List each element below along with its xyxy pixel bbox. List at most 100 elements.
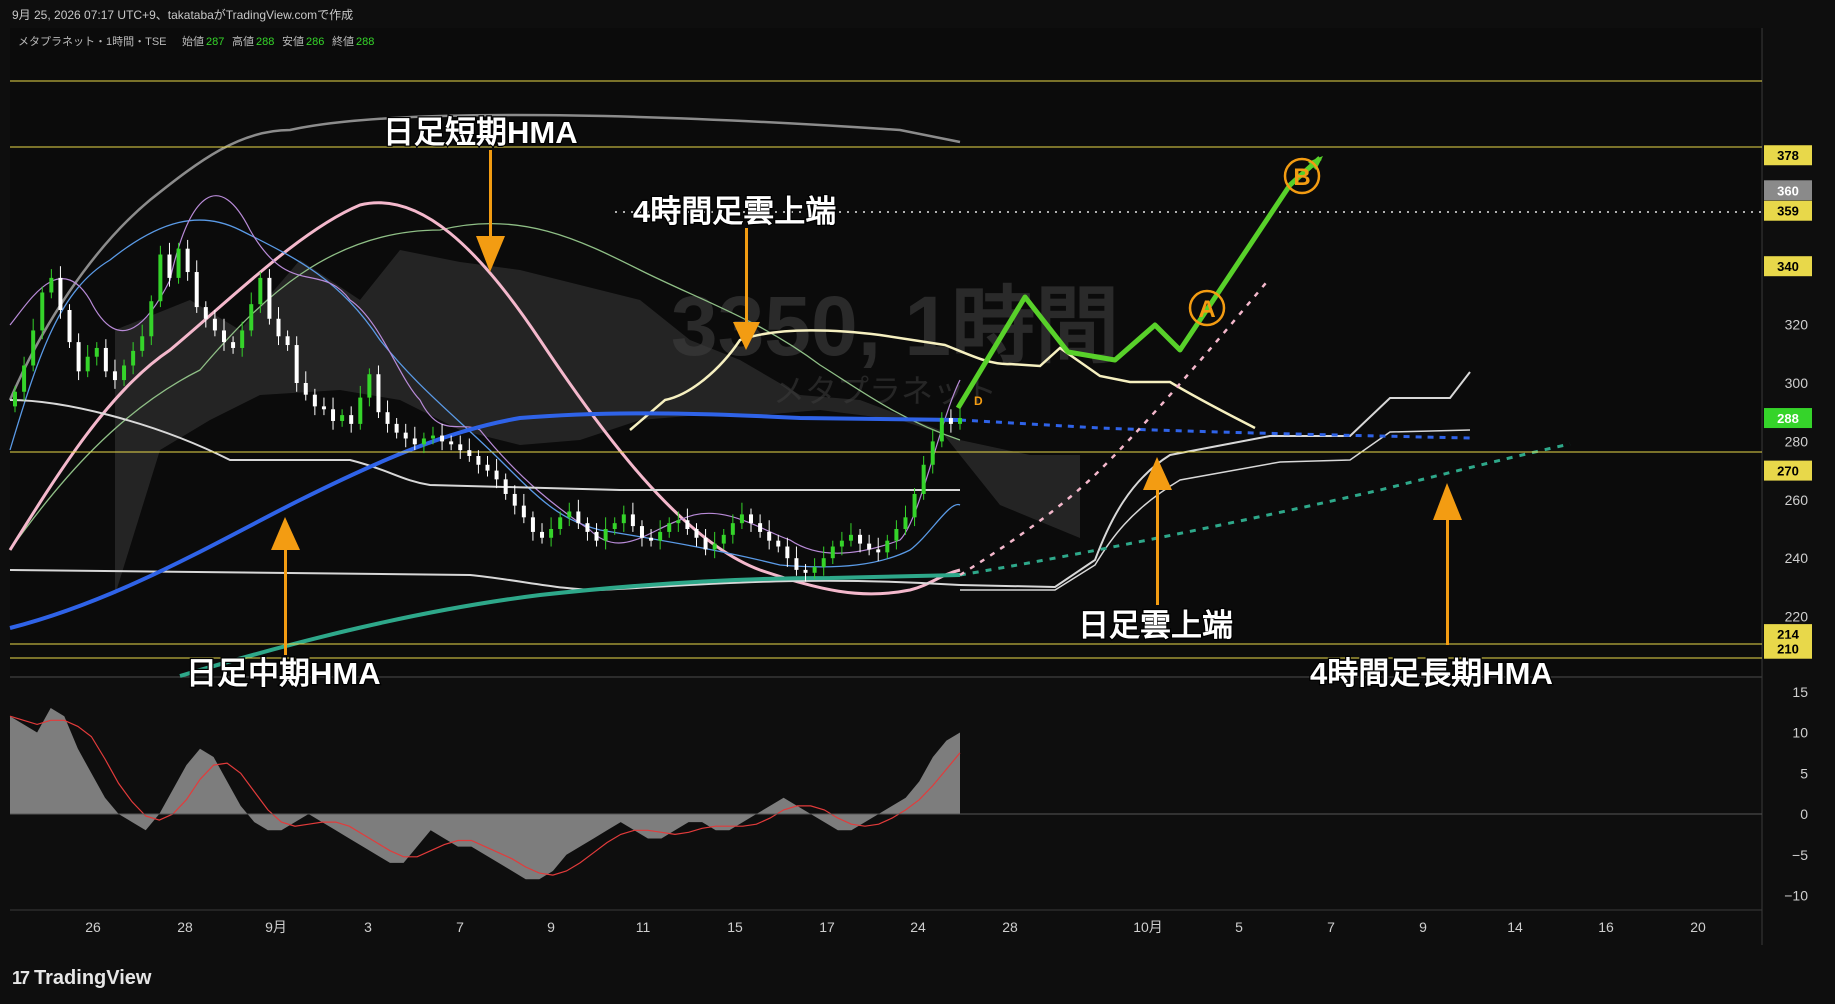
- candle-body: [76, 342, 81, 372]
- arrow-mid-hma: [284, 545, 287, 655]
- price-tick: 320: [1785, 317, 1809, 333]
- legend-high-label: 高値: [232, 34, 254, 48]
- candle-body: [467, 450, 472, 456]
- candle-body: [285, 336, 290, 346]
- oscillator-tick: 15: [1792, 684, 1808, 700]
- candle-body: [394, 423, 399, 433]
- marker-d: D: [974, 394, 983, 408]
- candle-body: [294, 345, 299, 383]
- candle-body: [676, 520, 681, 524]
- candle-body: [176, 248, 181, 278]
- label-daily-short-hma: 日足短期HMA: [383, 115, 578, 150]
- legend-open-label: 始値: [182, 34, 204, 48]
- level-label: 340: [1777, 259, 1799, 274]
- time-tick: 26: [85, 919, 101, 935]
- tradingview-logo-text: TradingView: [34, 967, 152, 989]
- time-tick: 5: [1235, 919, 1243, 935]
- candle-body: [103, 347, 108, 372]
- candle-body: [85, 356, 90, 372]
- candle-body: [321, 406, 326, 410]
- arrow-long-hma: [1446, 515, 1449, 645]
- level-label: 288: [1777, 411, 1799, 426]
- price-tick: 280: [1785, 433, 1809, 449]
- time-tick: 28: [177, 919, 193, 935]
- candle-body: [785, 546, 790, 559]
- candle-body: [376, 374, 381, 413]
- tradingview-logo-icon: 17: [12, 968, 30, 988]
- time-tick: 3: [364, 919, 372, 935]
- level-label: 378: [1777, 148, 1799, 163]
- candle-body: [312, 394, 317, 407]
- candle-body: [203, 307, 208, 319]
- candle-body: [485, 464, 490, 471]
- level-label: 210: [1777, 642, 1799, 657]
- candle-body: [140, 336, 145, 351]
- price-tick: 220: [1785, 609, 1809, 625]
- candle-body: [658, 531, 663, 541]
- candle-body: [630, 514, 635, 527]
- oscillator-tick: 0: [1800, 806, 1808, 822]
- price-tick: 260: [1785, 492, 1809, 508]
- time-tick: 9月: [265, 919, 287, 935]
- candle-body: [858, 534, 863, 544]
- candle-body: [703, 537, 708, 550]
- candle-body: [885, 540, 890, 553]
- candle-body: [958, 418, 962, 424]
- candle-body: [240, 330, 245, 348]
- oscillator-tick: 5: [1800, 765, 1808, 781]
- candle-body: [385, 412, 390, 424]
- level-labels: 378360359340288270214210: [1764, 145, 1812, 659]
- candle-body: [158, 254, 163, 302]
- candle-body: [449, 441, 454, 445]
- candle-body: [403, 432, 408, 439]
- candle-body: [231, 342, 236, 348]
- candle-body: [603, 529, 608, 541]
- candle-body: [730, 523, 735, 535]
- candle-body: [122, 365, 127, 381]
- time-tick: 20: [1690, 919, 1706, 935]
- price-tick: 240: [1785, 550, 1809, 566]
- candle-body: [585, 523, 590, 532]
- candle-body: [839, 540, 844, 547]
- candle-body: [712, 543, 717, 550]
- price-tick: 300: [1785, 375, 1809, 391]
- candle-body: [67, 310, 72, 343]
- arrow-daily-cloud: [1156, 485, 1159, 605]
- candle-body: [149, 301, 154, 337]
- candle-body: [267, 277, 272, 319]
- candle-body: [576, 511, 581, 524]
- time-tick: 9: [1419, 919, 1427, 935]
- candle-body: [167, 254, 172, 278]
- candle-body: [421, 438, 426, 445]
- candle-body: [112, 371, 117, 381]
- candle-body: [258, 277, 263, 305]
- candle-body: [331, 409, 336, 421]
- candle-body: [358, 397, 363, 424]
- candle-body: [185, 248, 190, 273]
- candle-body: [749, 514, 754, 524]
- candle-body: [558, 517, 563, 529]
- candle-body: [903, 517, 908, 529]
- candle-body: [458, 444, 463, 451]
- candle-body: [848, 534, 853, 541]
- candle-body: [803, 569, 808, 573]
- candle-body: [412, 438, 417, 445]
- candle-body: [758, 523, 763, 532]
- arrow-h4-cloud: [745, 228, 748, 328]
- candle-body: [540, 531, 545, 538]
- candle-body: [685, 520, 690, 529]
- level-label: 360: [1777, 183, 1799, 198]
- legend-low-label: 安値: [282, 34, 304, 48]
- wave-b-label: B: [1293, 164, 1310, 191]
- candle-body: [367, 374, 372, 398]
- candle-body: [776, 540, 781, 547]
- tradingview-logo[interactable]: 17 TradingView: [12, 967, 151, 990]
- candle-body: [22, 365, 27, 392]
- candle-body: [303, 383, 308, 395]
- label-daily-mid-hma: 日足中期HMA: [186, 656, 381, 691]
- candle-body: [867, 543, 872, 550]
- price-chart[interactable]: メタプラネット・1時間・TSE 始値 287 高値 288 安値 286 終値 …: [0, 0, 1835, 1004]
- candle-body: [767, 531, 772, 541]
- candle-body: [40, 292, 45, 331]
- candle-body: [49, 277, 54, 293]
